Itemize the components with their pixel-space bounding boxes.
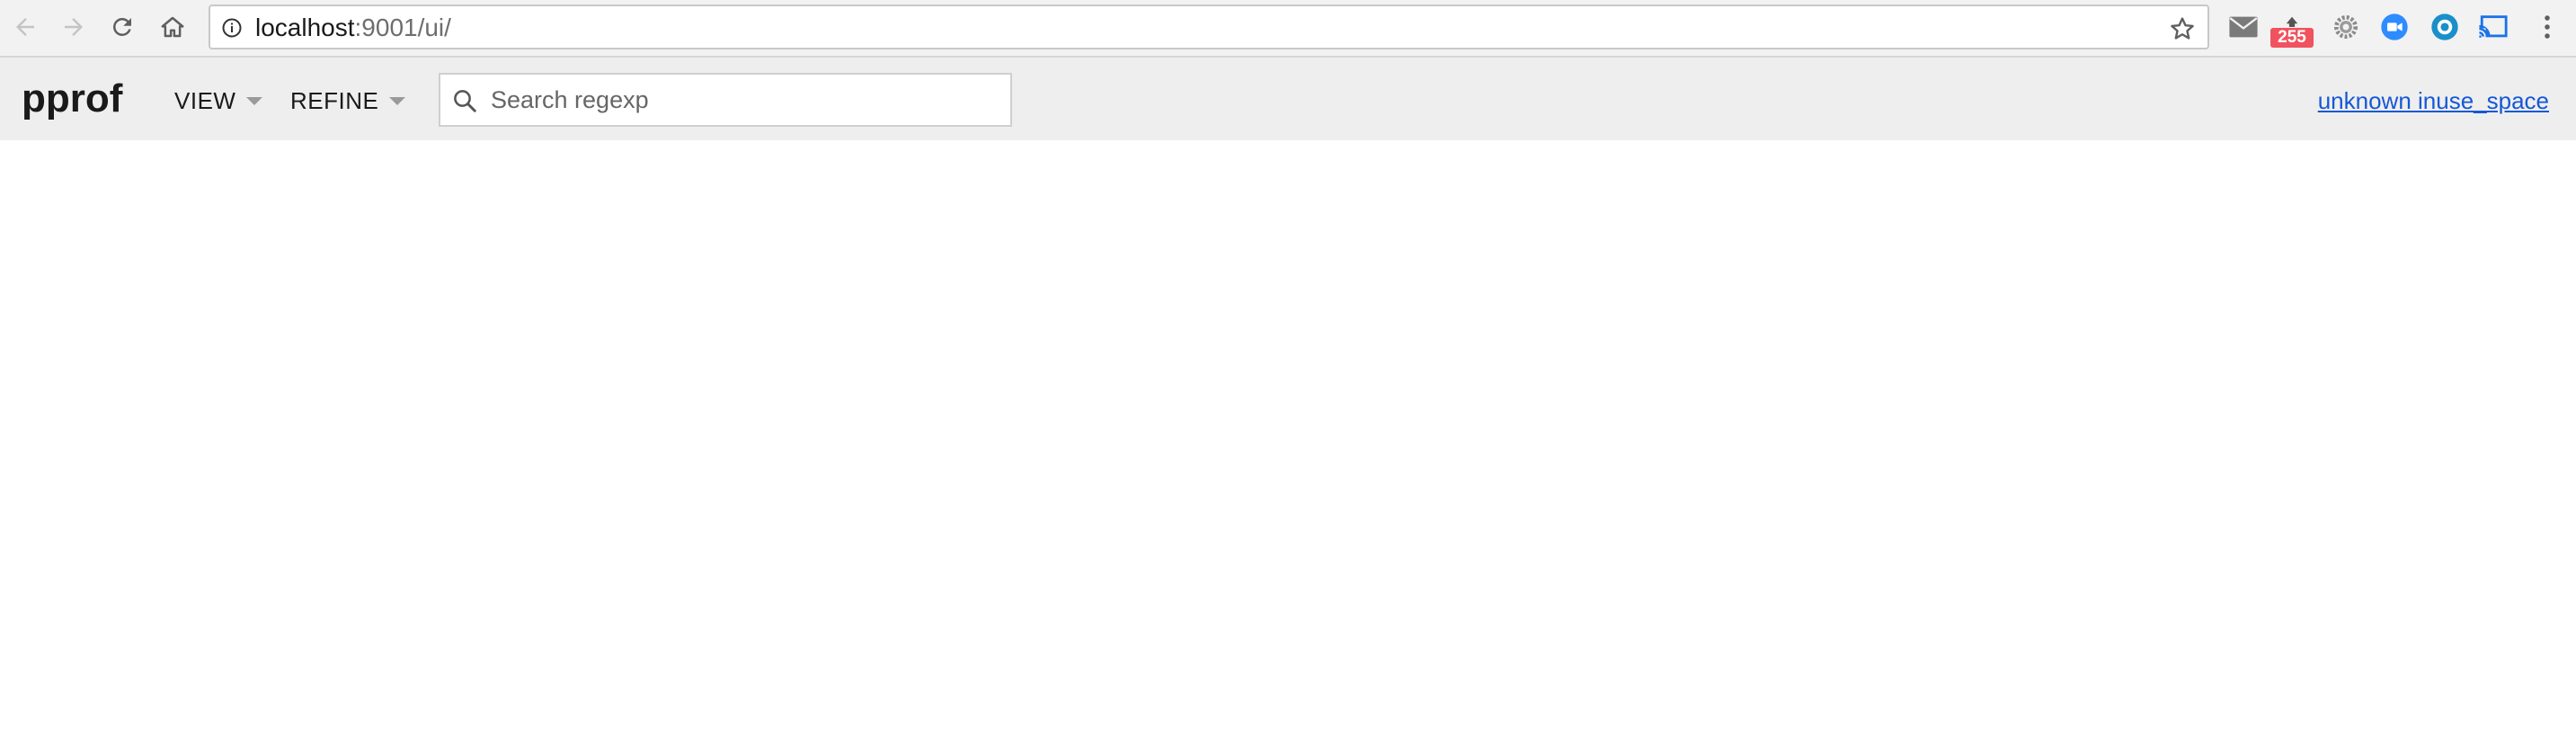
- reload-button[interactable]: [104, 9, 140, 45]
- url-text[interactable]: localhost:9001/ui/: [255, 14, 451, 41]
- circle-icon[interactable]: [2429, 11, 2461, 43]
- search-box[interactable]: [439, 73, 1012, 127]
- search-input[interactable]: [491, 84, 994, 116]
- url-path: :9001/ui/: [354, 13, 451, 41]
- more-vertical-icon[interactable]: [2531, 11, 2563, 43]
- home-icon: [159, 13, 186, 40]
- gear-icon[interactable]: [2330, 11, 2362, 43]
- main-content: [0, 140, 2576, 750]
- address-bar[interactable]: localhost:9001/ui/: [209, 4, 2209, 49]
- cast-icon[interactable]: [2477, 11, 2509, 43]
- url-host: localhost: [255, 13, 355, 41]
- forward-arrow-icon: [60, 13, 87, 40]
- search-icon: [451, 87, 478, 114]
- browser-toolbar: localhost:9001/ui/ 255: [0, 0, 2576, 58]
- caret-down-icon: [389, 96, 406, 105]
- app-header: pprof VIEW REFINE unknown inuse_space: [0, 58, 2576, 140]
- home-button[interactable]: [155, 9, 191, 45]
- mail-icon[interactable]: [2227, 11, 2260, 43]
- forward-button[interactable]: [56, 9, 92, 45]
- refine-menu-label: REFINE: [290, 86, 379, 114]
- app-title: pprof: [22, 76, 123, 121]
- refine-menu[interactable]: REFINE: [290, 85, 406, 117]
- back-button[interactable]: [7, 9, 43, 45]
- extension-badge: 255: [2270, 28, 2314, 48]
- back-arrow-icon: [12, 13, 39, 40]
- profile-title-link[interactable]: unknown inuse_space: [2318, 87, 2549, 115]
- info-icon[interactable]: [221, 17, 243, 39]
- view-menu[interactable]: VIEW: [174, 85, 263, 117]
- reload-icon: [109, 13, 136, 40]
- caret-down-icon: [246, 96, 263, 105]
- star-icon[interactable]: [2168, 14, 2197, 43]
- view-menu-label: VIEW: [174, 86, 236, 114]
- video-camera-icon[interactable]: [2378, 11, 2411, 43]
